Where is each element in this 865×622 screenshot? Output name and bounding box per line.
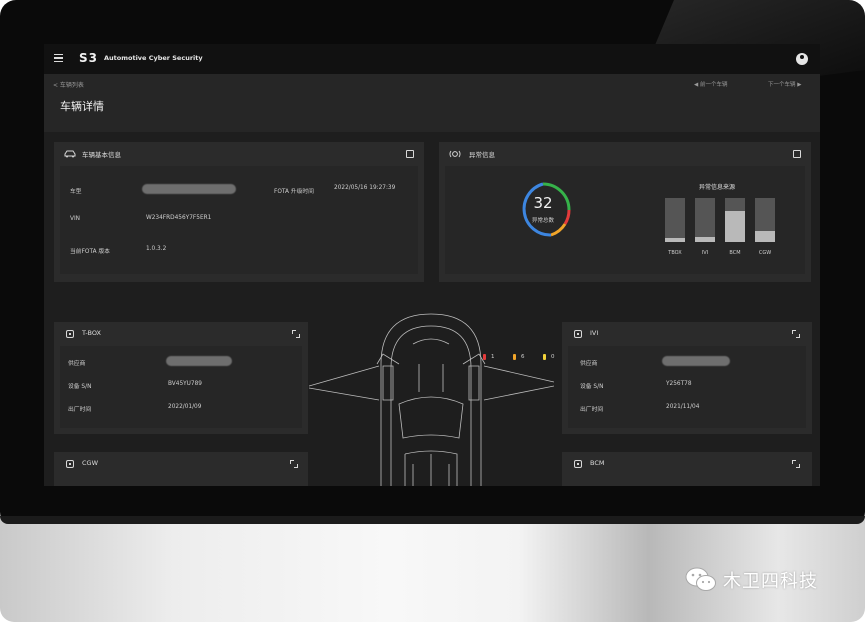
save-icon[interactable] (406, 150, 414, 158)
source-bar-fill (695, 237, 715, 242)
anomaly-total-value: 32 (533, 194, 553, 212)
anomaly-card: 异常信息 32 异常总数 1 6 0 15 10 异常信息来源 TBOXIVIB… (439, 142, 811, 360)
source-bar-label: BCM (729, 250, 741, 256)
vehicle-info-title: 车辆基本信息 (82, 151, 121, 159)
hamburger-menu-icon[interactable] (54, 54, 63, 63)
source-bar-label: IVI (701, 250, 709, 256)
ivi-date-label: 出厂时间 (580, 407, 604, 413)
fota-version-label: 当前FOTA 版本 (70, 249, 110, 255)
top-bar: S3 Automotive Cyber Security (44, 44, 820, 74)
previous-vehicle-link[interactable]: ◀ 前一个车辆 (694, 80, 727, 88)
page-title: 车辆详情 (60, 100, 104, 113)
save-icon[interactable] (793, 150, 801, 158)
ivi-serial-label: 设备 S/N (580, 384, 604, 390)
car-diagram (309, 313, 554, 486)
bcm-card: BCM (562, 452, 812, 486)
tbox-date-value: 2022/01/09 (168, 404, 202, 410)
next-vehicle-link[interactable]: 下一个车辆 ▶ (768, 80, 801, 88)
chip-icon (574, 460, 582, 468)
monitor-edge (0, 516, 865, 524)
vehicle-info-body (60, 166, 418, 274)
ivi-supplier-redacted (662, 356, 730, 366)
source-bar-ivi (695, 198, 715, 242)
watermark: 木卫四科技 (685, 566, 818, 594)
chip-icon (66, 460, 74, 468)
source-bar-fill (725, 211, 745, 242)
anomaly-source-title: 异常信息来源 (699, 184, 736, 191)
source-bar-label: CGW (758, 250, 772, 256)
chip-icon (574, 330, 582, 338)
chip-icon (66, 330, 74, 338)
watermark-text: 木卫四科技 (723, 571, 818, 592)
anomaly-body (445, 166, 805, 274)
ivi-serial-value: Y256T78 (666, 381, 692, 387)
expand-icon[interactable] (292, 330, 300, 338)
source-bar-bcm (725, 198, 745, 242)
user-avatar-icon[interactable] (796, 53, 808, 65)
expand-icon[interactable] (290, 460, 298, 468)
ivi-card: IVI 供应商 设备 S/N Y256T78 出厂时间 2021/11/04 (562, 322, 812, 434)
fota-time-label: FOTA 升级时间 (274, 189, 314, 195)
cgw-title: CGW (82, 459, 99, 467)
source-bar-label: TBOX (668, 250, 682, 256)
brand-name: Automotive Cyber Security (104, 54, 203, 62)
tbox-supplier-redacted (166, 356, 232, 366)
fota-version-value: 1.0.3.2 (146, 246, 167, 252)
vehicle-info-card: 车辆基本信息 车型 FOTA 升级时间 2022/05/16 19:27:39 … (54, 142, 424, 282)
ivi-supplier-label: 供应商 (580, 361, 598, 367)
source-bar-tbox (665, 198, 685, 242)
anomaly-title: 异常信息 (469, 151, 495, 159)
anomaly-total-label: 异常总数 (531, 218, 554, 224)
model-label: 车型 (70, 189, 82, 195)
vin-label: VIN (70, 216, 81, 222)
model-value-redacted (142, 184, 236, 194)
page-header: < 车辆列表 车辆详情 ◀ 前一个车辆 下一个车辆 ▶ (44, 74, 820, 132)
car-icon (64, 150, 76, 158)
wechat-icon (685, 567, 716, 591)
expand-icon[interactable] (792, 460, 800, 468)
tbox-title: T-BOX (82, 329, 101, 337)
source-bar-fill (665, 238, 685, 242)
cgw-card: CGW (54, 452, 308, 486)
bcm-title: BCM (590, 459, 605, 467)
tbox-date-label: 出厂时间 (68, 407, 92, 413)
app-logo: S3 (79, 51, 98, 65)
source-bar-cgw (755, 198, 775, 242)
ivi-title: IVI (590, 329, 599, 337)
tbox-serial-value: BV45YU789 (168, 381, 202, 387)
tbox-serial-label: 设备 S/N (68, 384, 92, 390)
ivi-date-value: 2021/11/04 (666, 404, 700, 410)
app-screen: S3 Automotive Cyber Security < 车辆列表 车辆详情… (44, 44, 820, 486)
expand-icon[interactable] (792, 330, 800, 338)
anomaly-icon (449, 150, 461, 158)
tbox-card: T-BOX 供应商 设备 S/N BV45YU789 出厂时间 2022/01/… (54, 322, 308, 434)
source-bar-fill (755, 231, 775, 242)
tbox-supplier-label: 供应商 (68, 361, 86, 367)
back-to-vehicle-list-link[interactable]: < 车辆列表 (53, 80, 84, 89)
vin-value: W234FRD456Y7F5ER1 (146, 215, 212, 221)
fota-time-value: 2022/05/16 19:27:39 (334, 185, 396, 191)
